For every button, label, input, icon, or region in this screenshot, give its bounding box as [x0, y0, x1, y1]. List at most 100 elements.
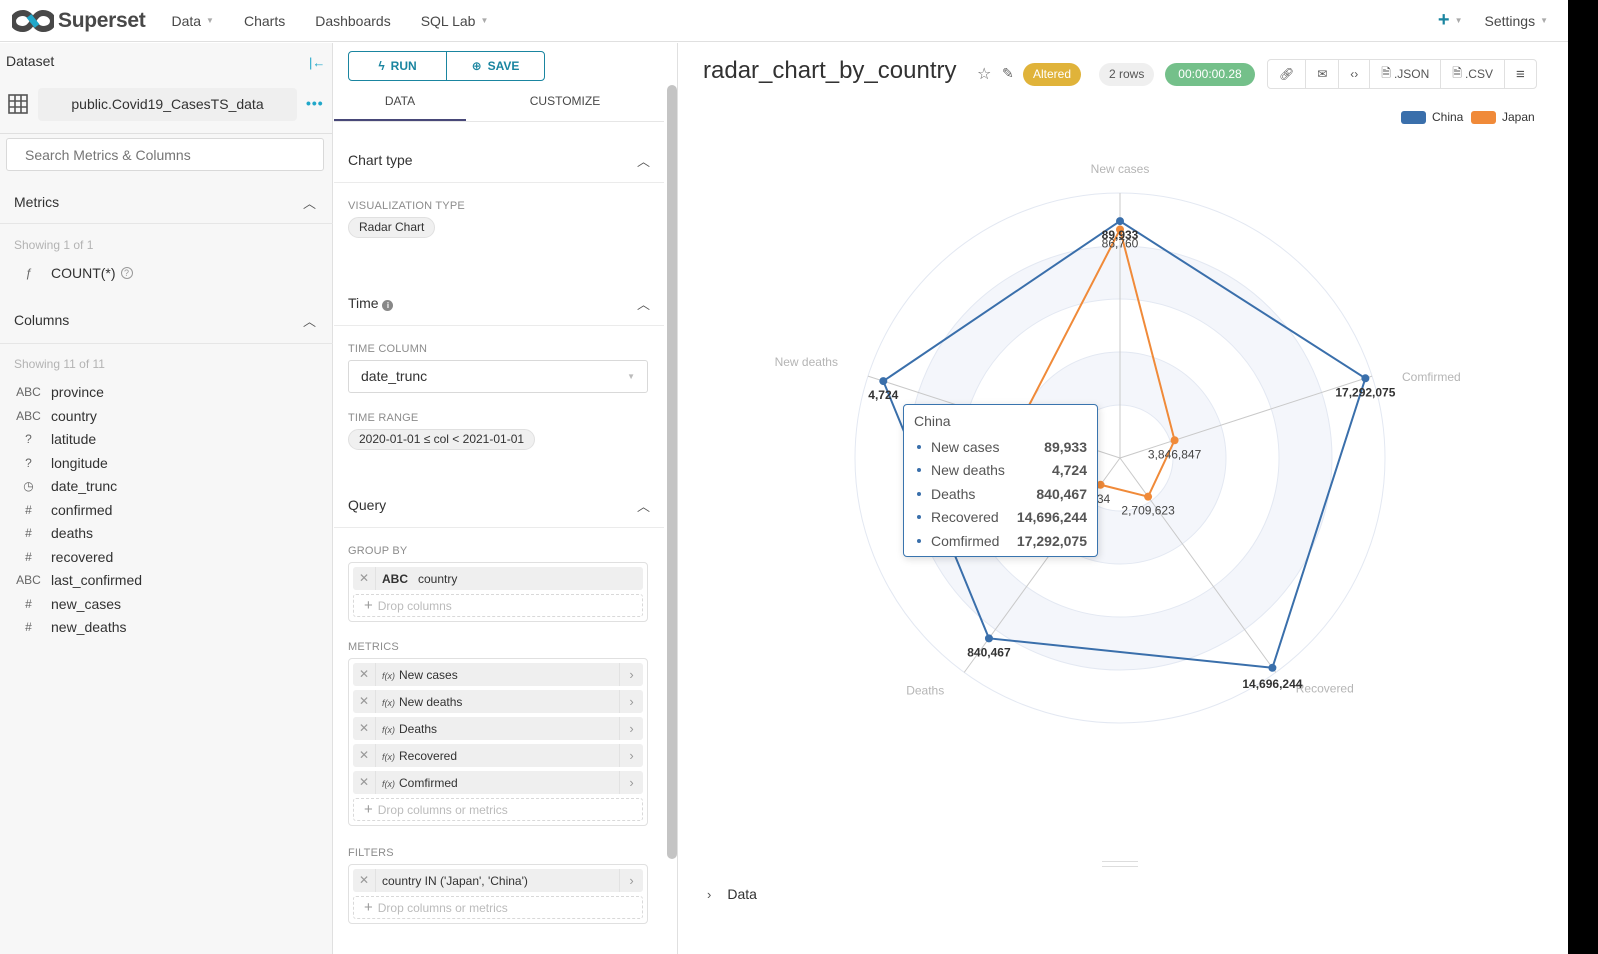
column-item[interactable]: # deaths	[0, 522, 93, 544]
settings-label: Settings	[1484, 12, 1536, 29]
column-name: new_deaths	[51, 619, 127, 635]
chevron-up-icon[interactable]: ︿	[303, 193, 316, 212]
metric-label: Comfirmed	[399, 775, 458, 790]
metrics-count: Showing 1 of 1	[14, 238, 94, 252]
help-icon[interactable]: ?	[120, 267, 133, 279]
filters-drop-zone[interactable]: + Drop columns or metrics	[353, 896, 643, 919]
time-header[interactable]: Time i	[348, 295, 394, 311]
tooltip-label: Recovered	[931, 509, 999, 526]
tooltip-value: 14,696,244	[1016, 509, 1087, 526]
more-options-icon[interactable]: •••	[306, 95, 324, 111]
chevron-up-icon[interactable]: ︿	[637, 496, 650, 515]
metric-chip[interactable]: ✕ f(x) Deaths ›	[353, 717, 643, 740]
search-metrics-columns-input[interactable]	[6, 138, 324, 171]
resize-handle[interactable]	[1102, 861, 1138, 867]
tooltip-rows: New cases 89,933 New deaths 4,724 Deaths 840,…	[914, 435, 1087, 553]
nav-data[interactable]: Data ▼	[171, 13, 214, 29]
remove-icon[interactable]: ✕	[353, 663, 376, 686]
column-item[interactable]: ? latitude	[0, 428, 96, 450]
filter-chip[interactable]: ✕ country IN ('Japan', 'China') ›	[353, 869, 643, 892]
chevron-right-icon[interactable]: ›	[619, 771, 643, 794]
column-item[interactable]: ABC last_confirmed	[0, 569, 142, 591]
metrics-section-header[interactable]: Metrics	[14, 194, 59, 210]
nav-dashboards[interactable]: Dashboards	[315, 13, 391, 29]
dataset-name[interactable]: public.Covid19_CasesTS_data	[38, 88, 297, 121]
metric-chip-text: f(x) Recovered	[376, 749, 619, 763]
chevron-right-icon[interactable]: ›	[619, 690, 643, 713]
visualization-type-label: VISUALIZATION TYPE	[348, 200, 465, 212]
radar-point	[1361, 374, 1370, 383]
column-item[interactable]: ABC country	[0, 405, 97, 427]
group-by-chip[interactable]: ✕ ABC country	[353, 567, 643, 590]
metric-chip[interactable]: ✕ f(x) New deaths ›	[353, 690, 643, 713]
tooltip-row: Deaths 840,467	[914, 482, 1087, 506]
columns-section-header[interactable]: Columns	[14, 312, 69, 328]
caret-down-icon: ▼	[627, 372, 635, 381]
metric-chip[interactable]: ✕ f(x) Recovered ›	[353, 744, 643, 767]
nav-data-label: Data	[171, 12, 202, 29]
time-column-select[interactable]: date_trunc ▼	[348, 360, 648, 393]
time-range-picker[interactable]: 2020-01-01 ≤ col < 2021-01-01	[348, 429, 536, 450]
tooltip-row: Recovered 14,696,244	[914, 506, 1087, 530]
top-nav: Superset Data ▼ Charts Dashboards SQL Lab…	[0, 0, 1598, 42]
brand-name: Superset	[58, 8, 146, 32]
remove-icon[interactable]: ✕	[353, 717, 376, 740]
column-item[interactable]: ABC province	[0, 381, 104, 403]
new-menu-button[interactable]: + ▼	[1438, 9, 1463, 32]
drop-label: Drop columns	[377, 599, 452, 613]
numeric-type-icon: #	[25, 620, 32, 634]
chart-type-header[interactable]: Chart type	[348, 152, 413, 168]
visualization-type-picker[interactable]: Radar Chart	[348, 217, 436, 238]
filters-label: FILTERS	[348, 847, 394, 859]
remove-icon[interactable]: ✕	[353, 744, 376, 767]
metric-item[interactable]: ƒ COUNT(*) ?	[0, 262, 133, 284]
metric-chip-text: f(x) Comfirmed	[376, 776, 619, 790]
nav-charts[interactable]: Charts	[244, 13, 285, 29]
scrollbar[interactable]	[667, 85, 677, 859]
query-header[interactable]: Query	[348, 497, 386, 513]
radar-point	[984, 634, 993, 643]
remove-icon[interactable]: ✕	[353, 869, 376, 892]
metrics-drop-zone[interactable]: + Drop columns or metrics	[353, 798, 643, 821]
column-item[interactable]: # new_cases	[0, 593, 121, 615]
chevron-up-icon[interactable]: ︿	[303, 311, 316, 330]
tab-data[interactable]: DATA	[334, 85, 466, 121]
remove-icon[interactable]: ✕	[353, 690, 376, 713]
group-by-drop-zone[interactable]: + Drop columns	[353, 594, 643, 617]
column-item[interactable]: # confirmed	[0, 499, 112, 521]
nav-sql-lab-label: SQL Lab	[420, 12, 476, 29]
column-name: country	[51, 407, 97, 424]
metric-chip[interactable]: ✕ f(x) Comfirmed ›	[353, 771, 643, 794]
column-item[interactable]: # recovered	[0, 546, 113, 568]
column-item[interactable]: ◷ date_trunc	[0, 475, 117, 497]
info-icon[interactable]: i	[382, 300, 394, 311]
collapse-panel-icon[interactable]: |←	[309, 55, 325, 70]
column-item[interactable]: ? longitude	[0, 452, 108, 474]
radar-data-label: 14,696,244	[1242, 677, 1302, 691]
chevron-up-icon[interactable]: ︿	[637, 294, 650, 313]
remove-icon[interactable]: ✕	[353, 771, 376, 794]
chevron-right-icon[interactable]: ›	[619, 717, 643, 740]
run-button[interactable]: ϟ RUN	[349, 52, 446, 80]
column-name: province	[51, 384, 104, 400]
numeric-type-icon: #	[25, 596, 32, 611]
metric-chip-text: f(x) Deaths	[376, 722, 619, 736]
metric-chip[interactable]: ✕ f(x) New cases ›	[353, 663, 643, 686]
chevron-right-icon[interactable]: ›	[619, 744, 643, 767]
drop-label: Drop columns or metrics	[377, 901, 508, 915]
chevron-right-icon[interactable]: ›	[619, 869, 643, 892]
nav-sql-lab[interactable]: SQL Lab ▼	[421, 13, 489, 29]
settings-menu[interactable]: Settings ▼	[1484, 13, 1548, 29]
superset-logo[interactable]: Superset	[12, 8, 146, 33]
save-button[interactable]: ⊕ SAVE	[446, 52, 544, 80]
remove-icon[interactable]: ✕	[353, 567, 376, 590]
chevron-up-icon[interactable]: ︿	[637, 151, 650, 170]
data-section-toggle[interactable]: › Data	[707, 886, 757, 902]
metric-label: Recovered	[399, 748, 458, 763]
column-item[interactable]: # new_deaths	[0, 616, 127, 638]
tab-customize[interactable]: CUSTOMIZE	[466, 85, 664, 121]
function-icon: f(x)	[382, 778, 395, 789]
column-name: latitude	[51, 431, 97, 447]
chevron-right-icon[interactable]: ›	[619, 663, 643, 686]
plus-circle-icon: ⊕	[471, 59, 482, 73]
